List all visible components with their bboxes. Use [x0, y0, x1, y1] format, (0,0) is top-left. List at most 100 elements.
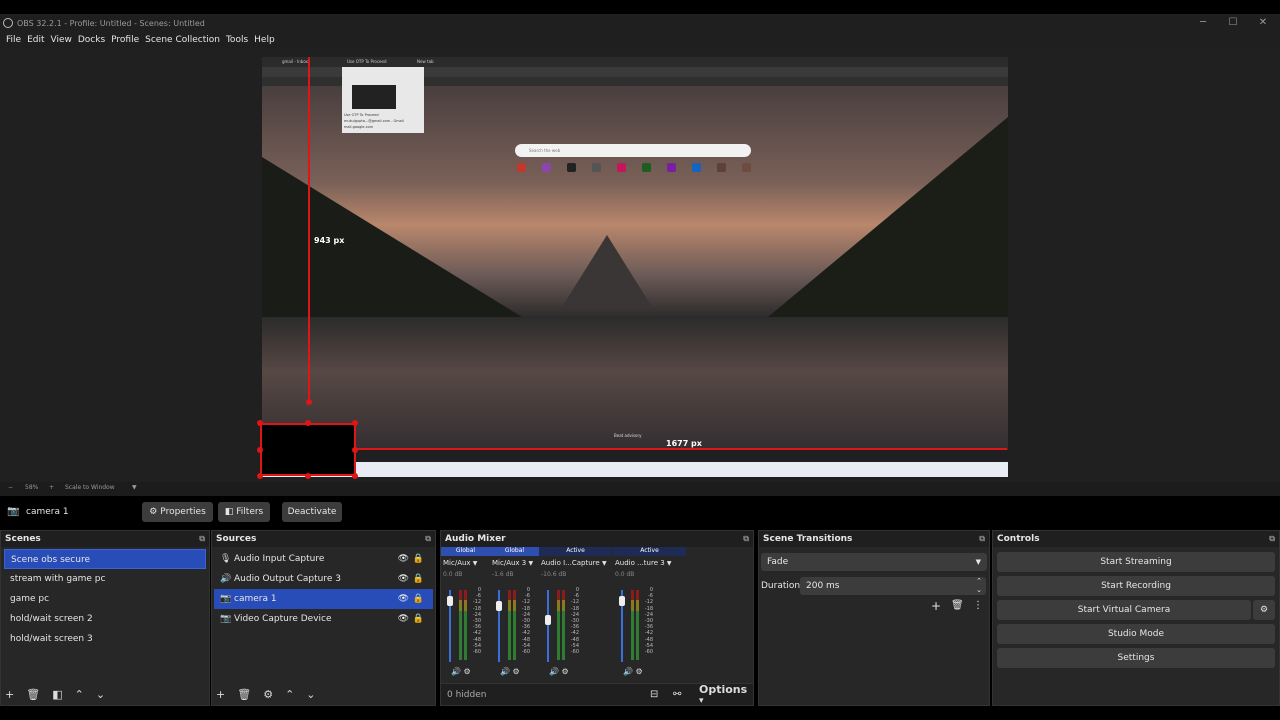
menu-edit[interactable]: Edit [27, 35, 44, 45]
filters-label: Filters [236, 507, 264, 517]
gear-icon[interactable]: ⚙ [562, 667, 569, 676]
add-icon[interactable]: + [216, 688, 225, 701]
lock-icon[interactable]: 🔒 [413, 594, 424, 604]
chevron-up-icon[interactable]: ⌃ [285, 688, 294, 701]
guide-handle[interactable] [306, 399, 312, 405]
chevron-down-icon[interactable]: ▼ [528, 560, 533, 567]
channel-name[interactable]: Audio ...ture 3 ▼ [613, 559, 686, 567]
fader-knob[interactable] [619, 596, 625, 607]
undock-icon[interactable]: ⧉ [979, 534, 985, 544]
minimize-button[interactable]: ─ [1188, 14, 1218, 32]
source-item[interactable]: 📷 Video Capture Device 👁 🔒 [214, 609, 433, 629]
menu-scene-collection[interactable]: Scene Collection [145, 35, 220, 45]
gear-icon[interactable]: ⚙ [263, 688, 273, 701]
menu-file[interactable]: File [6, 35, 21, 45]
eye-icon[interactable]: 👁 [398, 594, 409, 604]
preview-canvas[interactable]: gmail - Inbox Use OTP To Proceed New tab… [262, 57, 1008, 477]
more-icon[interactable]: ⋮ [973, 600, 983, 611]
eye-icon[interactable]: 👁 [398, 614, 409, 624]
selected-source-box[interactable] [260, 423, 356, 476]
speaker-icon[interactable]: 🔊 [500, 667, 510, 676]
scene-item[interactable]: hold/wait screen 2 [4, 609, 206, 629]
zoom-out-button[interactable]: − [8, 484, 13, 491]
resize-handle[interactable] [305, 473, 311, 479]
resize-handle[interactable] [352, 420, 358, 426]
settings-button[interactable]: Settings [997, 648, 1275, 668]
start-virtual-camera-button[interactable]: Start Virtual Camera [997, 600, 1251, 620]
deactivate-button[interactable]: Deactivate [282, 502, 342, 522]
menu-tools[interactable]: Tools [226, 35, 248, 45]
chevron-down-icon[interactable]: ⌄ [96, 688, 105, 701]
zoom-in-button[interactable]: + [49, 484, 54, 491]
source-item[interactable]: 🔊 Audio Output Capture 3 👁 🔒 [214, 569, 433, 589]
browser-tab: New tab [417, 59, 434, 64]
filter-icon[interactable]: ◧ [52, 688, 62, 701]
chevron-down-icon[interactable]: ▼ [473, 560, 478, 567]
fader-knob[interactable] [545, 614, 551, 625]
menu-view[interactable]: View [51, 35, 72, 45]
spin-buttons[interactable]: ⌃ ⌄ [976, 577, 982, 595]
menu-profile[interactable]: Profile [111, 35, 139, 45]
add-icon[interactable]: + [5, 688, 14, 701]
gear-icon[interactable]: ⚙ [464, 667, 471, 676]
scale-mode-select[interactable]: Scale to Window [65, 484, 115, 491]
volume-fader[interactable] [547, 590, 549, 662]
trash-icon[interactable]: 🗑 [26, 688, 40, 701]
resize-handle[interactable] [257, 473, 263, 479]
lock-icon[interactable]: 🔒 [413, 554, 424, 564]
fader-knob[interactable] [496, 601, 502, 612]
scene-item[interactable]: hold/wait screen 3 [4, 629, 206, 649]
resize-handle[interactable] [257, 420, 263, 426]
gear-icon[interactable]: ⚙ [636, 667, 643, 676]
start-streaming-button[interactable]: Start Streaming [997, 552, 1275, 572]
maximize-button[interactable]: ☐ [1218, 14, 1248, 32]
resize-handle[interactable] [352, 473, 358, 479]
scene-item[interactable]: Scene obs secure [4, 549, 206, 569]
source-item[interactable]: 🎙 Audio Input Capture 👁 🔒 [214, 549, 433, 569]
start-recording-button[interactable]: Start Recording [997, 576, 1275, 596]
filters-button[interactable]: ◧ Filters [218, 502, 270, 522]
link-icon[interactable]: ⚯ [673, 689, 681, 700]
chevron-down-icon[interactable]: ⌄ [306, 688, 315, 701]
virtual-camera-settings-button[interactable]: ⚙ [1253, 600, 1275, 620]
scene-item[interactable]: stream with game pc [4, 569, 206, 589]
resize-handle[interactable] [257, 447, 263, 453]
channel-name[interactable]: Audio I...Capture ▼ [539, 559, 612, 567]
resize-handle[interactable] [352, 447, 358, 453]
resize-handle[interactable] [305, 420, 311, 426]
gear-icon[interactable]: ⚙ [513, 667, 520, 676]
chevron-down-icon[interactable]: ▼ [132, 484, 137, 491]
undock-icon[interactable]: ⧉ [199, 534, 205, 544]
trash-icon[interactable]: 🗑 [237, 688, 251, 701]
close-button[interactable]: ✕ [1248, 14, 1278, 32]
undock-icon[interactable]: ⧉ [1269, 534, 1275, 544]
sources-title: Sources [216, 534, 257, 544]
speaker-icon[interactable]: 🔊 [623, 667, 633, 676]
undock-icon[interactable]: ⧉ [425, 534, 431, 544]
fader-knob[interactable] [447, 596, 453, 607]
chevron-down-icon[interactable]: ▼ [602, 560, 607, 567]
options-button[interactable]: Options ▾ [699, 683, 759, 706]
channel-name[interactable]: Mic/Aux 3 ▼ [490, 559, 539, 567]
transition-select[interactable]: Fade ▼ [761, 553, 987, 571]
properties-button[interactable]: ⚙ Properties [142, 502, 213, 522]
studio-mode-button[interactable]: Studio Mode [997, 624, 1275, 644]
lock-icon[interactable]: 🔒 [413, 614, 424, 624]
layout-icon[interactable]: ⊟ [650, 689, 658, 700]
eye-icon[interactable]: 👁 [398, 574, 409, 584]
speaker-icon[interactable]: 🔊 [549, 667, 559, 676]
add-icon[interactable]: + [931, 599, 941, 613]
menu-docks[interactable]: Docks [78, 35, 105, 45]
scene-item[interactable]: game pc [4, 589, 206, 609]
channel-name[interactable]: Mic/Aux ▼ [441, 559, 490, 567]
speaker-icon[interactable]: 🔊 [451, 667, 461, 676]
chevron-down-icon[interactable]: ▼ [667, 560, 672, 567]
undock-icon[interactable]: ⧉ [743, 534, 749, 544]
source-item[interactable]: 📷 camera 1 👁 🔒 [214, 589, 433, 609]
menu-help[interactable]: Help [254, 35, 275, 45]
trash-icon[interactable]: 🗑 [951, 600, 964, 611]
duration-input[interactable]: 200 ms ⌃ ⌄ [800, 577, 986, 595]
eye-icon[interactable]: 👁 [398, 554, 409, 564]
chevron-up-icon[interactable]: ⌃ [75, 688, 84, 701]
lock-icon[interactable]: 🔒 [413, 574, 424, 584]
